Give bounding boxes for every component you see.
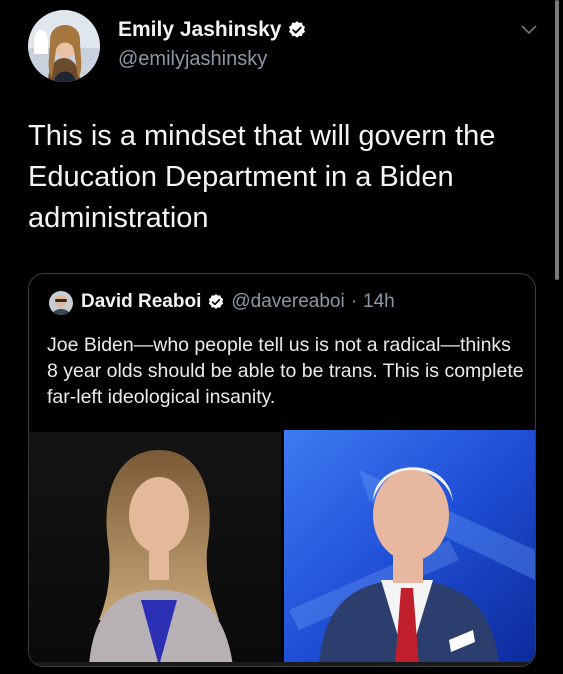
- verified-badge-icon: [209, 294, 224, 309]
- quoted-tweet[interactable]: David Reaboi @davereaboi · 14h Joe Biden…: [28, 273, 536, 667]
- author-handle[interactable]: @emilyjashinsky: [118, 48, 267, 71]
- quoted-author-name[interactable]: David Reaboi: [81, 291, 201, 313]
- quoted-tweet-time[interactable]: 14h: [363, 291, 395, 313]
- author-name-text[interactable]: Emily Jashinsky: [118, 18, 281, 42]
- quoted-tweet-video[interactable]: [29, 430, 535, 666]
- quoted-author-avatar[interactable]: [49, 291, 73, 315]
- quoted-tweet-text: Joe Biden—who people tell us is not a ra…: [47, 334, 524, 408]
- chevron-down-icon[interactable]: [521, 25, 537, 35]
- separator-dot: ·: [350, 291, 358, 312]
- tweet-card: Emily Jashinsky @emilyjashinsky This is …: [0, 0, 563, 674]
- author-name[interactable]: Emily Jashinsky: [118, 18, 307, 42]
- scrollbar[interactable]: [555, 0, 559, 280]
- verified-badge-icon: [289, 21, 306, 38]
- author-avatar[interactable]: [28, 10, 100, 82]
- quoted-tweet-header: David Reaboi @davereaboi · 14h: [81, 291, 395, 313]
- quoted-author-handle[interactable]: @davereaboi: [231, 291, 344, 313]
- tweet-text: This is a mindset that will govern the E…: [28, 120, 496, 234]
